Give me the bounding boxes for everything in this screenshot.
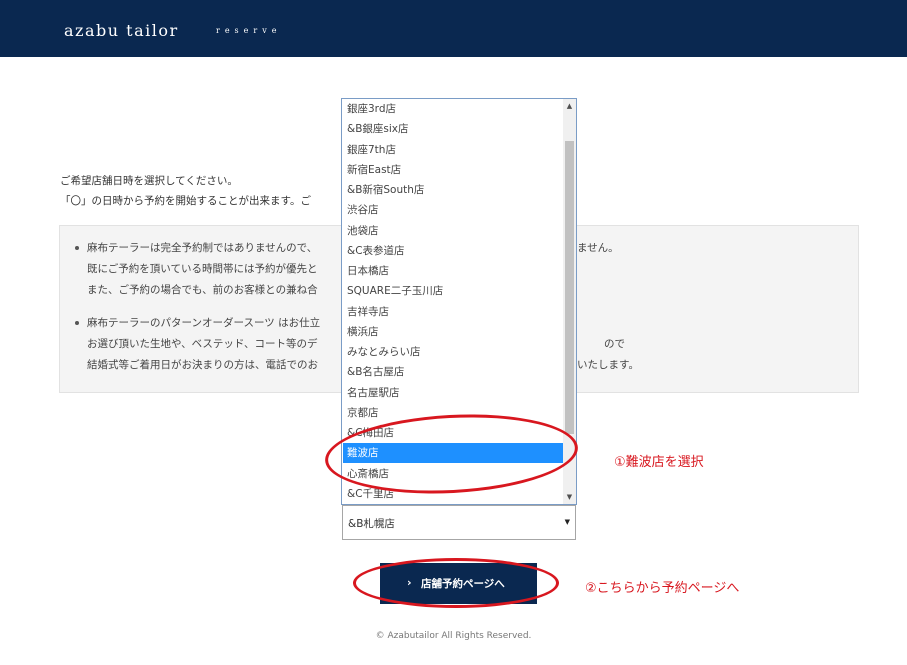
store-option[interactable]: 吉祥寺店 xyxy=(343,302,563,322)
notice-2-line-3-tail: いたします。 xyxy=(577,359,639,371)
intro-line-2: 「〇」の日時から予約を開始することが出来ます。ご xyxy=(60,195,311,207)
store-option[interactable]: みなとみらい店 xyxy=(343,342,563,362)
notice-2-line-1: 麻布テーラーのパターンオーダースーツ はお仕立 xyxy=(87,317,321,329)
notice-1-line-1-tail: ません。 xyxy=(577,242,619,254)
store-option[interactable]: 渋谷店 xyxy=(343,200,563,220)
store-select-value: &B札幌店 xyxy=(348,518,395,530)
scrollbar-thumb[interactable] xyxy=(565,141,574,434)
intro-line-1: ご希望店舗日時を選択してください。 xyxy=(60,175,238,187)
bullet-icon xyxy=(75,246,79,250)
chevron-down-icon: ▼ xyxy=(564,518,570,526)
scroll-down-icon[interactable]: ▼ xyxy=(566,492,573,502)
footer-copyright: © Azabutailor All Rights Reserved. xyxy=(375,631,532,641)
notice-1-line-1: 麻布テーラーは完全予約制ではありませんので、 xyxy=(87,242,318,254)
store-option[interactable]: 横浜店 xyxy=(343,322,563,342)
notice-1-line-3: また、ご予約の場合でも、前のお客様との兼ね合 xyxy=(87,284,318,296)
store-option[interactable]: SQUARE二子玉川店 xyxy=(343,281,563,301)
store-option[interactable]: 新宿East店 xyxy=(343,160,563,180)
store-option[interactable]: &B名古屋店 xyxy=(343,362,563,382)
store-option[interactable]: &B新宿South店 xyxy=(343,180,563,200)
store-option[interactable]: 日本橋店 xyxy=(343,261,563,281)
annotation-ellipse-button xyxy=(353,558,559,608)
brand-subtitle: reserve xyxy=(216,26,282,35)
notice-2-line-2-tail: ので xyxy=(604,338,625,350)
store-option[interactable]: 銀座3rd店 xyxy=(343,99,563,119)
store-option[interactable]: &B銀座six店 xyxy=(343,119,563,139)
store-select[interactable]: &B札幌店 ▼ xyxy=(342,505,576,540)
notice-1-line-2: 既にご予約を頂いている時間帯には予約が優先と xyxy=(87,263,318,275)
store-option[interactable]: 池袋店 xyxy=(343,221,563,241)
annotation-select-store: ①難波店を選択 xyxy=(614,455,704,470)
store-option[interactable]: &C表参道店 xyxy=(343,241,563,261)
bullet-icon xyxy=(75,321,79,325)
store-option[interactable]: 銀座7th店 xyxy=(343,140,563,160)
site-header: azabu tailor reserve xyxy=(0,0,907,57)
store-option[interactable]: 名古屋駅店 xyxy=(343,383,563,403)
scroll-up-icon[interactable]: ▲ xyxy=(566,101,573,111)
notice-2-line-3: 結婚式等ご着用日がお決まりの方は、電話でのお xyxy=(87,359,318,371)
brand-logo[interactable]: azabu tailor xyxy=(64,21,179,40)
notice-2-line-2: お選び頂いた生地や、ベステッド、コート等のデ xyxy=(87,338,318,350)
annotation-go-reserve: ②こちらから予約ページへ xyxy=(585,581,740,596)
